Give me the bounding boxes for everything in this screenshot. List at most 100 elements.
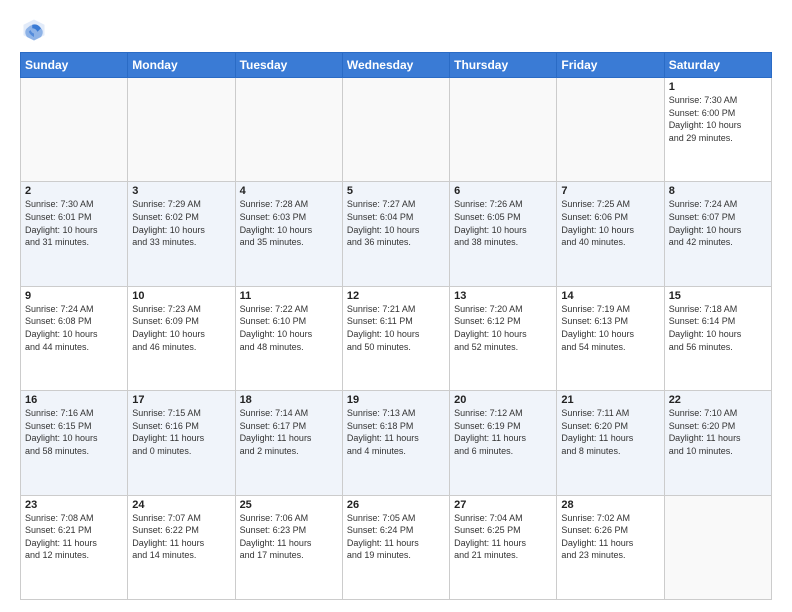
- day-cell: 5Sunrise: 7:27 AM Sunset: 6:04 PM Daylig…: [342, 182, 449, 286]
- day-number: 24: [132, 499, 230, 511]
- day-cell: 16Sunrise: 7:16 AM Sunset: 6:15 PM Dayli…: [21, 391, 128, 495]
- day-number: 14: [561, 290, 659, 302]
- day-info: Sunrise: 7:23 AM Sunset: 6:09 PM Dayligh…: [132, 303, 230, 353]
- day-number: 8: [669, 185, 767, 197]
- day-info: Sunrise: 7:12 AM Sunset: 6:19 PM Dayligh…: [454, 407, 552, 457]
- week-row-2: 2Sunrise: 7:30 AM Sunset: 6:01 PM Daylig…: [21, 182, 772, 286]
- day-info: Sunrise: 7:27 AM Sunset: 6:04 PM Dayligh…: [347, 198, 445, 248]
- day-info: Sunrise: 7:24 AM Sunset: 6:07 PM Dayligh…: [669, 198, 767, 248]
- calendar-table: SundayMondayTuesdayWednesdayThursdayFrid…: [20, 52, 772, 600]
- day-number: 19: [347, 394, 445, 406]
- day-info: Sunrise: 7:21 AM Sunset: 6:11 PM Dayligh…: [347, 303, 445, 353]
- col-header-saturday: Saturday: [664, 53, 771, 78]
- col-header-sunday: Sunday: [21, 53, 128, 78]
- day-info: Sunrise: 7:26 AM Sunset: 6:05 PM Dayligh…: [454, 198, 552, 248]
- day-cell: [450, 78, 557, 182]
- day-cell: 9Sunrise: 7:24 AM Sunset: 6:08 PM Daylig…: [21, 286, 128, 390]
- logo-icon: [20, 16, 48, 44]
- day-info: Sunrise: 7:29 AM Sunset: 6:02 PM Dayligh…: [132, 198, 230, 248]
- day-number: 9: [25, 290, 123, 302]
- day-cell: 12Sunrise: 7:21 AM Sunset: 6:11 PM Dayli…: [342, 286, 449, 390]
- day-cell: 15Sunrise: 7:18 AM Sunset: 6:14 PM Dayli…: [664, 286, 771, 390]
- day-info: Sunrise: 7:07 AM Sunset: 6:22 PM Dayligh…: [132, 512, 230, 562]
- day-number: 16: [25, 394, 123, 406]
- day-number: 21: [561, 394, 659, 406]
- day-number: 2: [25, 185, 123, 197]
- day-cell: 24Sunrise: 7:07 AM Sunset: 6:22 PM Dayli…: [128, 495, 235, 599]
- day-cell: [21, 78, 128, 182]
- day-number: 18: [240, 394, 338, 406]
- day-number: 7: [561, 185, 659, 197]
- day-cell: 18Sunrise: 7:14 AM Sunset: 6:17 PM Dayli…: [235, 391, 342, 495]
- day-cell: 14Sunrise: 7:19 AM Sunset: 6:13 PM Dayli…: [557, 286, 664, 390]
- day-number: 15: [669, 290, 767, 302]
- week-row-3: 9Sunrise: 7:24 AM Sunset: 6:08 PM Daylig…: [21, 286, 772, 390]
- week-row-5: 23Sunrise: 7:08 AM Sunset: 6:21 PM Dayli…: [21, 495, 772, 599]
- day-cell: 21Sunrise: 7:11 AM Sunset: 6:20 PM Dayli…: [557, 391, 664, 495]
- day-info: Sunrise: 7:02 AM Sunset: 6:26 PM Dayligh…: [561, 512, 659, 562]
- day-number: 13: [454, 290, 552, 302]
- day-cell: [664, 495, 771, 599]
- day-cell: 17Sunrise: 7:15 AM Sunset: 6:16 PM Dayli…: [128, 391, 235, 495]
- day-info: Sunrise: 7:10 AM Sunset: 6:20 PM Dayligh…: [669, 407, 767, 457]
- day-cell: 4Sunrise: 7:28 AM Sunset: 6:03 PM Daylig…: [235, 182, 342, 286]
- day-cell: 11Sunrise: 7:22 AM Sunset: 6:10 PM Dayli…: [235, 286, 342, 390]
- day-cell: 19Sunrise: 7:13 AM Sunset: 6:18 PM Dayli…: [342, 391, 449, 495]
- day-number: 1: [669, 81, 767, 93]
- day-info: Sunrise: 7:18 AM Sunset: 6:14 PM Dayligh…: [669, 303, 767, 353]
- day-info: Sunrise: 7:16 AM Sunset: 6:15 PM Dayligh…: [25, 407, 123, 457]
- day-cell: [557, 78, 664, 182]
- col-header-monday: Monday: [128, 53, 235, 78]
- day-cell: 10Sunrise: 7:23 AM Sunset: 6:09 PM Dayli…: [128, 286, 235, 390]
- day-number: 20: [454, 394, 552, 406]
- day-cell: 6Sunrise: 7:26 AM Sunset: 6:05 PM Daylig…: [450, 182, 557, 286]
- day-cell: [342, 78, 449, 182]
- day-info: Sunrise: 7:06 AM Sunset: 6:23 PM Dayligh…: [240, 512, 338, 562]
- day-cell: 2Sunrise: 7:30 AM Sunset: 6:01 PM Daylig…: [21, 182, 128, 286]
- day-cell: 28Sunrise: 7:02 AM Sunset: 6:26 PM Dayli…: [557, 495, 664, 599]
- col-header-friday: Friday: [557, 53, 664, 78]
- day-info: Sunrise: 7:25 AM Sunset: 6:06 PM Dayligh…: [561, 198, 659, 248]
- day-cell: [128, 78, 235, 182]
- day-info: Sunrise: 7:08 AM Sunset: 6:21 PM Dayligh…: [25, 512, 123, 562]
- day-info: Sunrise: 7:19 AM Sunset: 6:13 PM Dayligh…: [561, 303, 659, 353]
- page: SundayMondayTuesdayWednesdayThursdayFrid…: [0, 0, 792, 612]
- day-info: Sunrise: 7:13 AM Sunset: 6:18 PM Dayligh…: [347, 407, 445, 457]
- day-info: Sunrise: 7:30 AM Sunset: 6:00 PM Dayligh…: [669, 94, 767, 144]
- day-cell: 1Sunrise: 7:30 AM Sunset: 6:00 PM Daylig…: [664, 78, 771, 182]
- day-number: 26: [347, 499, 445, 511]
- day-cell: 8Sunrise: 7:24 AM Sunset: 6:07 PM Daylig…: [664, 182, 771, 286]
- day-cell: 3Sunrise: 7:29 AM Sunset: 6:02 PM Daylig…: [128, 182, 235, 286]
- day-number: 3: [132, 185, 230, 197]
- day-cell: 23Sunrise: 7:08 AM Sunset: 6:21 PM Dayli…: [21, 495, 128, 599]
- day-number: 10: [132, 290, 230, 302]
- day-cell: [235, 78, 342, 182]
- day-cell: 13Sunrise: 7:20 AM Sunset: 6:12 PM Dayli…: [450, 286, 557, 390]
- day-info: Sunrise: 7:15 AM Sunset: 6:16 PM Dayligh…: [132, 407, 230, 457]
- col-header-thursday: Thursday: [450, 53, 557, 78]
- day-cell: 27Sunrise: 7:04 AM Sunset: 6:25 PM Dayli…: [450, 495, 557, 599]
- day-info: Sunrise: 7:05 AM Sunset: 6:24 PM Dayligh…: [347, 512, 445, 562]
- day-info: Sunrise: 7:04 AM Sunset: 6:25 PM Dayligh…: [454, 512, 552, 562]
- header: [20, 16, 772, 44]
- col-header-tuesday: Tuesday: [235, 53, 342, 78]
- day-info: Sunrise: 7:20 AM Sunset: 6:12 PM Dayligh…: [454, 303, 552, 353]
- day-info: Sunrise: 7:24 AM Sunset: 6:08 PM Dayligh…: [25, 303, 123, 353]
- day-cell: 22Sunrise: 7:10 AM Sunset: 6:20 PM Dayli…: [664, 391, 771, 495]
- day-cell: 25Sunrise: 7:06 AM Sunset: 6:23 PM Dayli…: [235, 495, 342, 599]
- week-row-4: 16Sunrise: 7:16 AM Sunset: 6:15 PM Dayli…: [21, 391, 772, 495]
- day-cell: 7Sunrise: 7:25 AM Sunset: 6:06 PM Daylig…: [557, 182, 664, 286]
- day-number: 27: [454, 499, 552, 511]
- logo: [20, 16, 52, 44]
- day-cell: 20Sunrise: 7:12 AM Sunset: 6:19 PM Dayli…: [450, 391, 557, 495]
- day-number: 23: [25, 499, 123, 511]
- day-number: 5: [347, 185, 445, 197]
- day-number: 28: [561, 499, 659, 511]
- day-number: 6: [454, 185, 552, 197]
- day-number: 25: [240, 499, 338, 511]
- day-number: 12: [347, 290, 445, 302]
- day-number: 22: [669, 394, 767, 406]
- day-info: Sunrise: 7:11 AM Sunset: 6:20 PM Dayligh…: [561, 407, 659, 457]
- day-info: Sunrise: 7:22 AM Sunset: 6:10 PM Dayligh…: [240, 303, 338, 353]
- col-header-wednesday: Wednesday: [342, 53, 449, 78]
